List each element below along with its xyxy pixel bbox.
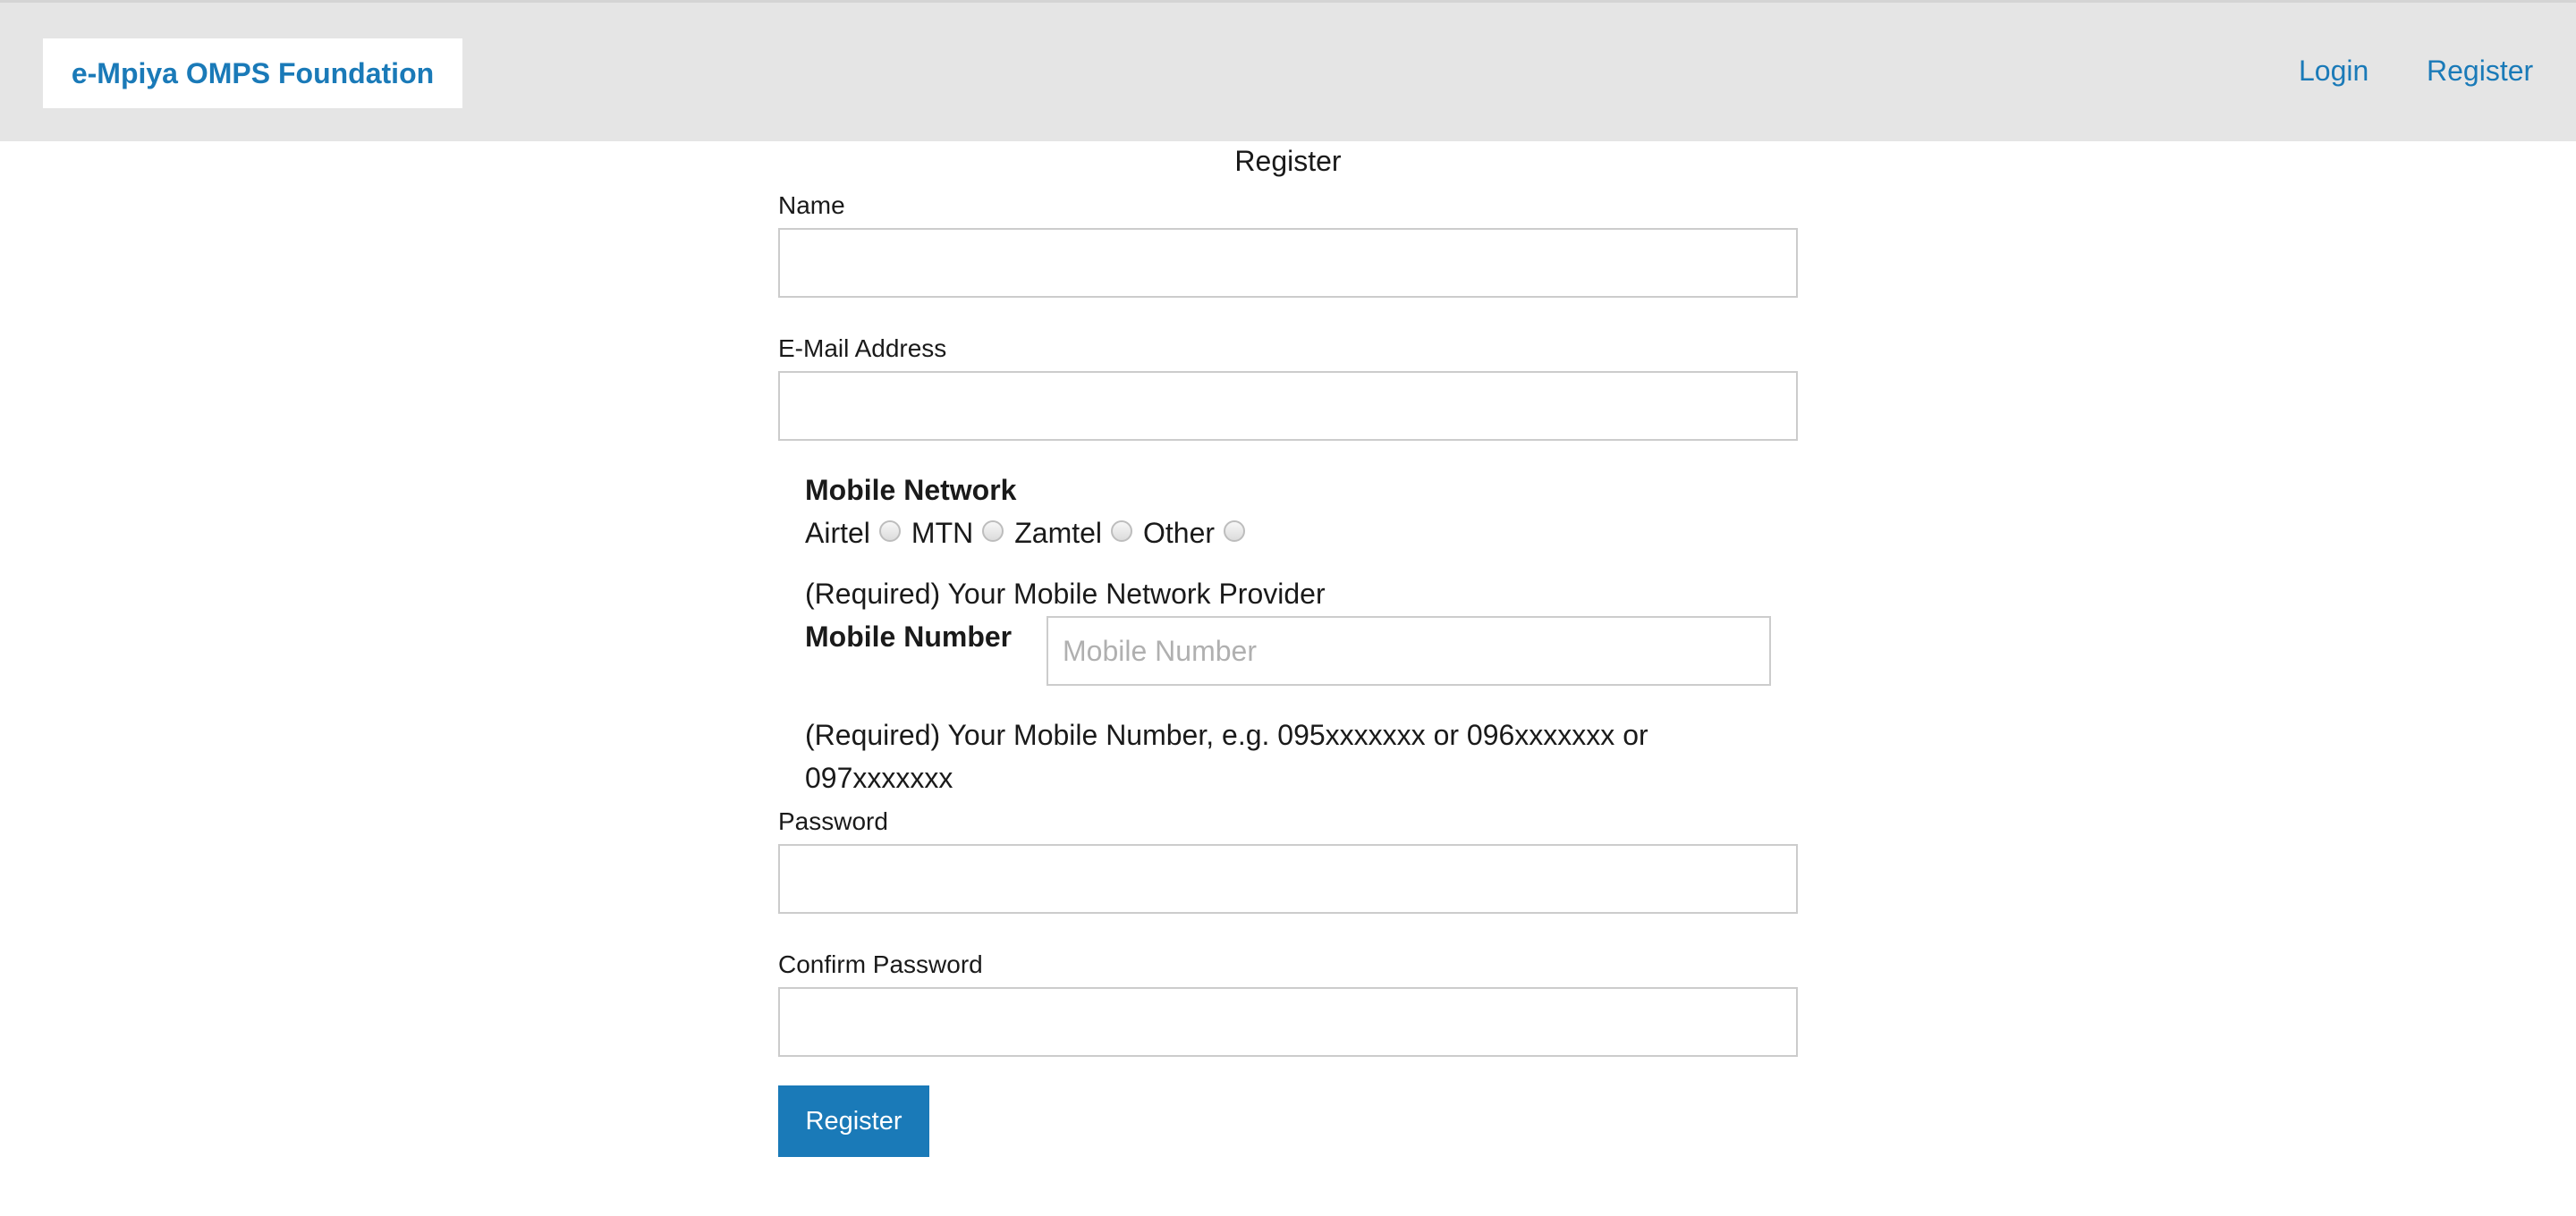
- mobile-number-help-line1: (Required) Your Mobile Number, e.g. 095x…: [805, 719, 1648, 751]
- email-input[interactable]: [778, 371, 1798, 441]
- radio-mtn[interactable]: MTN: [911, 517, 1004, 550]
- nav-login-link[interactable]: Login: [2299, 55, 2368, 88]
- radio-other[interactable]: Other: [1143, 517, 1246, 550]
- radio-airtel-button[interactable]: [878, 519, 901, 542]
- mobile-number-input[interactable]: [1046, 616, 1771, 686]
- mobile-network-radio-group: Airtel MTN Zamtel Other: [805, 517, 1256, 550]
- name-input[interactable]: [778, 228, 1798, 298]
- name-label: Name: [778, 191, 845, 219]
- mobile-number-help: (Required) Your Mobile Number, e.g. 095x…: [805, 714, 1648, 799]
- register-submit-button[interactable]: Register: [778, 1085, 929, 1157]
- radio-zamtel-label: Zamtel: [1014, 517, 1103, 549]
- radio-airtel[interactable]: Airtel: [805, 517, 901, 550]
- password-input[interactable]: [778, 844, 1798, 914]
- radio-zamtel[interactable]: Zamtel: [1014, 517, 1133, 550]
- radio-mtn-button[interactable]: [982, 519, 1004, 542]
- top-navbar: e-Mpiya OMPS Foundation Login Register: [0, 0, 2576, 141]
- radio-other-button[interactable]: [1224, 519, 1246, 542]
- radio-zamtel-button[interactable]: [1111, 519, 1133, 542]
- confirm-password-label: Confirm Password: [778, 950, 983, 978]
- mobile-network-heading: Mobile Network: [805, 474, 1017, 506]
- radio-mtn-label: MTN: [911, 517, 974, 549]
- brand-link[interactable]: e-Mpiya OMPS Foundation: [43, 38, 462, 108]
- confirm-password-input[interactable]: [778, 987, 1798, 1057]
- password-label: Password: [778, 807, 888, 835]
- email-label: E-Mail Address: [778, 334, 947, 362]
- radio-airtel-label: Airtel: [805, 517, 870, 549]
- mobile-number-label: Mobile Number: [805, 621, 1013, 653]
- mobile-number-help-line2: 097xxxxxxx: [805, 762, 953, 794]
- mobile-network-help: (Required) Your Mobile Network Provider: [805, 578, 1326, 610]
- nav-register-link[interactable]: Register: [2427, 55, 2533, 88]
- radio-other-label: Other: [1143, 517, 1216, 549]
- form-title: Register: [1234, 145, 1342, 177]
